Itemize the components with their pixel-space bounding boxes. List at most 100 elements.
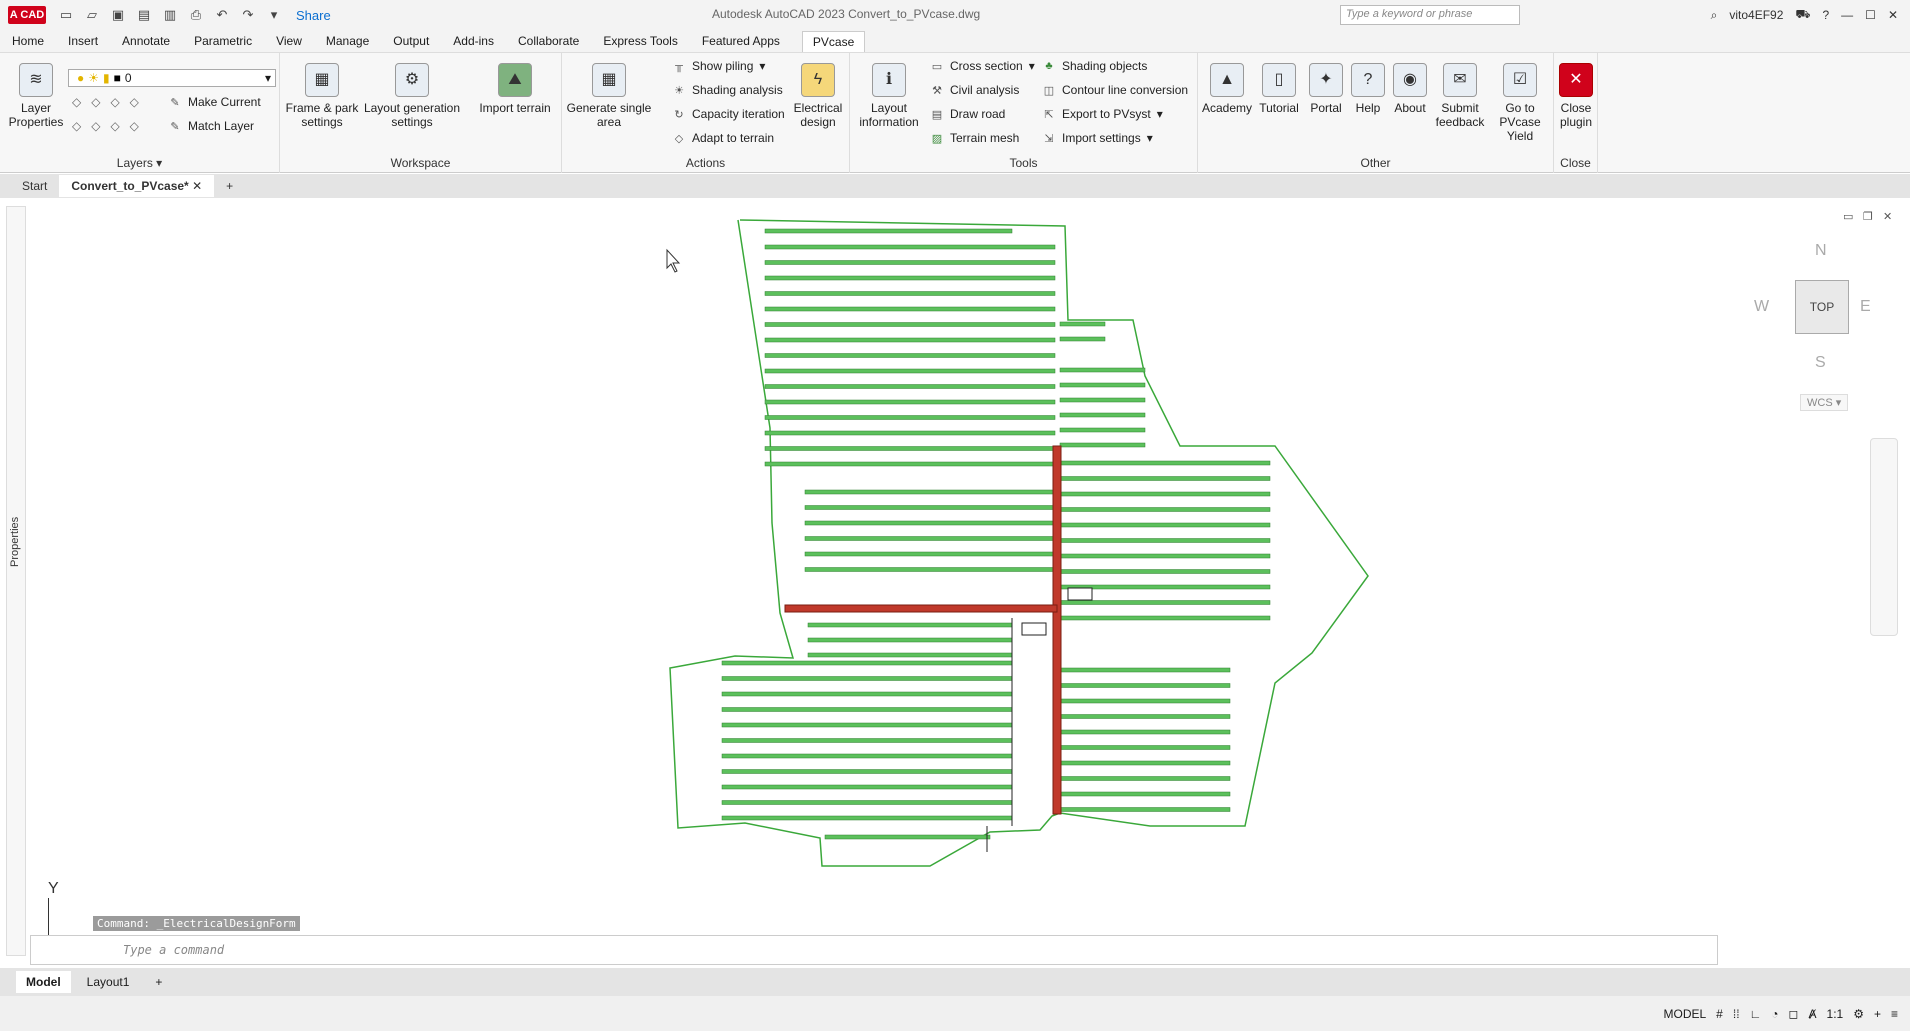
portal-button[interactable]: ✦ Portal (1304, 63, 1348, 115)
annotation-icon[interactable]: Ⱥ (1809, 1007, 1817, 1021)
tutorial-button[interactable]: ▯ Tutorial (1254, 63, 1304, 115)
help-icon[interactable]: ? (1822, 8, 1829, 22)
tab-insert[interactable]: Insert (66, 31, 100, 51)
pv-southwest-row (721, 738, 1013, 743)
contour-line-conversion-button[interactable]: ◫ Contour line conversion (1042, 83, 1188, 97)
tab-addins[interactable]: Add-ins (451, 31, 496, 51)
close-plugin-button[interactable]: ✕ Close plugin (1554, 63, 1598, 129)
help-button[interactable]: ? Help (1348, 63, 1388, 115)
snap-icon[interactable]: ⁞⁞ (1733, 1007, 1740, 1021)
save-as-icon[interactable]: ▤ (134, 5, 154, 25)
submit-feedback-button[interactable]: ✉ Submit feedback (1434, 63, 1486, 129)
maximize-icon[interactable]: ☐ (1865, 8, 1876, 22)
layout-generation-settings-button[interactable]: ⚙ Layout generation settings (362, 63, 462, 129)
compass-north[interactable]: N (1815, 242, 1827, 260)
adapt-to-terrain-button[interactable]: ◇ Adapt to terrain (672, 131, 774, 145)
osnap-icon[interactable]: ◻ (1789, 1007, 1799, 1021)
export-icon[interactable]: ▥ (160, 5, 180, 25)
match-layer-button[interactable]: ✎ Match Layer (168, 119, 254, 133)
compass-west[interactable]: W (1754, 298, 1769, 316)
layer-dropdown[interactable]: ● ☀ ▮ ■ 0 ▾ (68, 69, 276, 87)
compass-south[interactable]: S (1815, 354, 1826, 372)
generate-single-area-button[interactable]: ▦ Generate single area (564, 63, 654, 129)
command-line[interactable]: Type a command (30, 935, 1718, 965)
wcs-menu[interactable]: WCS ▾ (1800, 394, 1849, 411)
drawing-svg[interactable] (0, 198, 1910, 966)
civil-analysis-button[interactable]: ⚒ Civil analysis (930, 83, 1019, 97)
new-tab-icon[interactable]: + (214, 175, 245, 197)
tab-manage[interactable]: Manage (324, 31, 371, 51)
new-file-icon[interactable]: ▭ (56, 5, 76, 25)
cross-section-button[interactable]: ▭ Cross section ▾ (930, 59, 1035, 73)
draw-road-button[interactable]: ▤ Draw road (930, 107, 1006, 121)
layout-tab-model[interactable]: Model (16, 971, 71, 993)
redo-icon[interactable]: ↷ (238, 5, 258, 25)
navigation-bar[interactable] (1870, 438, 1898, 636)
model-space-toggle[interactable]: MODEL (1663, 1007, 1706, 1021)
tab-home[interactable]: Home (10, 31, 46, 51)
make-current-button[interactable]: ✎ Make Current (168, 95, 260, 109)
undo-icon[interactable]: ↶ (212, 5, 232, 25)
autocad-logo[interactable]: A CAD (8, 6, 46, 24)
frame-park-settings-button[interactable]: ▦ Frame & park settings (282, 63, 362, 129)
pv-southeast-row (1059, 791, 1231, 797)
terrain-mesh-button[interactable]: ▨ Terrain mesh (930, 131, 1020, 145)
tab-parametric[interactable]: Parametric (192, 31, 254, 51)
layer-properties-button[interactable]: ≋ Layer Properties (6, 63, 66, 129)
doc-tab-active[interactable]: Convert_to_PVcase* ✕ (59, 175, 215, 197)
minimize-icon[interactable]: — (1841, 8, 1853, 22)
layer-tools-icons-2[interactable]: ◇◇◇◇ (72, 119, 149, 133)
annotation-scale[interactable]: 1:1 (1827, 1007, 1844, 1021)
layout-tab-layout1[interactable]: Layout1 (77, 971, 140, 993)
panel-title-layers[interactable]: Layers ▾ (0, 156, 279, 170)
lightbulb-icon: ✦ (1309, 63, 1343, 97)
settings-gear-icon[interactable]: ⚙ (1853, 1007, 1864, 1021)
share-button[interactable]: Share (296, 8, 331, 23)
capacity-iteration-button[interactable]: ↻ Capacity iteration (672, 107, 784, 121)
tab-featured-apps[interactable]: Featured Apps (700, 31, 782, 51)
viewport-restore-icon[interactable]: ❐ (1863, 210, 1873, 223)
viewport-minimize-icon[interactable]: ▭ (1843, 210, 1853, 223)
help-search-input[interactable]: Type a keyword or phrase (1340, 5, 1520, 25)
properties-palette[interactable]: Properties (6, 206, 26, 956)
compass-east[interactable]: E (1860, 298, 1871, 316)
ortho-icon[interactable]: ∟ (1750, 1007, 1762, 1021)
drawing-canvas[interactable] (0, 198, 1910, 966)
import-terrain-button[interactable]: ⛰ Import terrain (470, 63, 560, 115)
about-button[interactable]: ◉ About (1388, 63, 1432, 115)
customize-qat-icon[interactable]: ▾ (264, 5, 284, 25)
plus-icon[interactable]: + (1874, 1007, 1881, 1021)
layer-tools-icons[interactable]: ◇◇◇◇ (72, 95, 149, 109)
shading-analysis-button[interactable]: ☀ Shading analysis (672, 83, 783, 97)
add-layout-icon[interactable]: + (145, 971, 172, 993)
import-settings-button[interactable]: ⇲ Import settings ▾ (1042, 131, 1152, 145)
search-icon[interactable]: ⌕ (1711, 8, 1718, 23)
close-window-icon[interactable]: ✕ (1888, 8, 1898, 22)
layout-information-button[interactable]: ℹ Layout information (854, 63, 924, 129)
tab-collaborate[interactable]: Collaborate (516, 31, 581, 51)
command-input[interactable]: Type a command (123, 943, 224, 957)
academy-button[interactable]: ▲ Academy (1202, 63, 1252, 115)
show-piling-button[interactable]: ╥ Show piling ▾ (672, 59, 765, 73)
viewport-close-icon[interactable]: ✕ (1883, 210, 1892, 223)
tab-view[interactable]: View (274, 31, 304, 51)
tab-pvcase[interactable]: PVcase (801, 30, 866, 52)
open-file-icon[interactable]: ▱ (82, 5, 102, 25)
close-tab-icon[interactable]: ✕ (192, 179, 202, 193)
doc-tab-start[interactable]: Start (10, 175, 59, 197)
viewcube-top[interactable]: TOP (1795, 280, 1849, 334)
electrical-design-button[interactable]: ϟ Electrical design (788, 63, 848, 129)
tab-annotate[interactable]: Annotate (120, 31, 172, 51)
polar-icon[interactable]: ◔ (1771, 1007, 1778, 1021)
cart-icon[interactable]: ⛟ (1795, 7, 1810, 23)
user-account[interactable]: vito4EF92 (1729, 8, 1783, 22)
hamburger-menu-icon[interactable]: ≡ (1891, 1007, 1898, 1021)
shading-objects-button[interactable]: ♣ Shading objects (1042, 59, 1147, 73)
grid-icon[interactable]: # (1716, 1007, 1723, 1021)
tab-output[interactable]: Output (391, 31, 431, 51)
plot-icon[interactable]: ⎙ (186, 5, 206, 25)
export-to-pvsyst-button[interactable]: ⇱ Export to PVsyst ▾ (1042, 107, 1162, 121)
go-to-pvcase-yield-button[interactable]: ☑ Go to PVcase Yield (1488, 63, 1552, 143)
tab-express-tools[interactable]: Express Tools (601, 31, 679, 51)
save-icon[interactable]: ▣ (108, 5, 128, 25)
